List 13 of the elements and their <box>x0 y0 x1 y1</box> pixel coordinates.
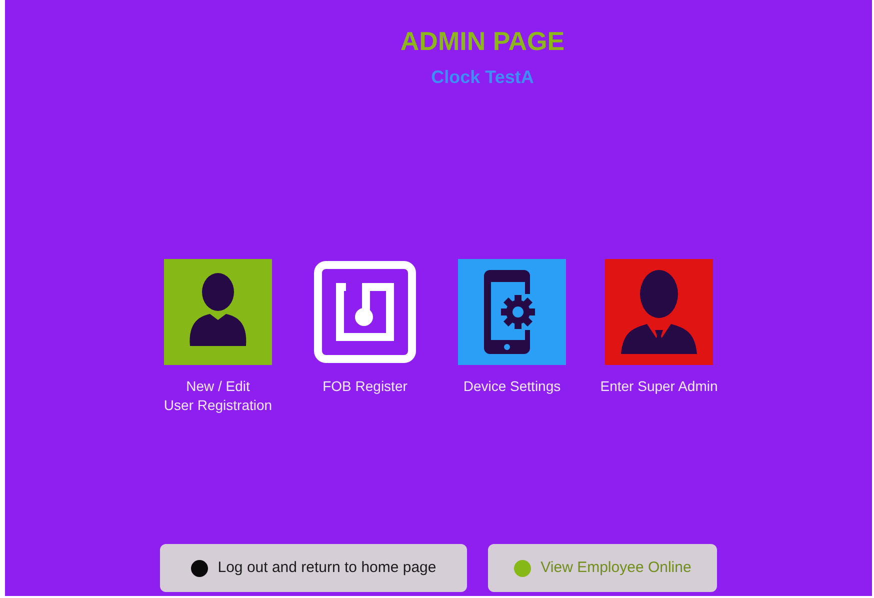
menu-tile[interactable] <box>605 259 713 365</box>
device-name: Clock TestA <box>431 66 534 88</box>
page-title: ADMIN PAGE <box>400 26 565 56</box>
tile-label: FOB Register <box>322 377 408 396</box>
nfc-tag-icon <box>314 261 416 363</box>
tile-label: Device Settings <box>463 377 561 396</box>
tile-label: Enter Super Admin <box>600 377 718 396</box>
action-button[interactable]: Log out and return to home page <box>160 544 467 592</box>
menu-tile[interactable] <box>458 259 566 365</box>
fob-register-tile[interactable] <box>311 259 419 365</box>
businessman-icon <box>619 270 699 354</box>
tile-label: New / Edit User Registration <box>164 377 272 415</box>
menu-tile[interactable] <box>164 259 272 365</box>
